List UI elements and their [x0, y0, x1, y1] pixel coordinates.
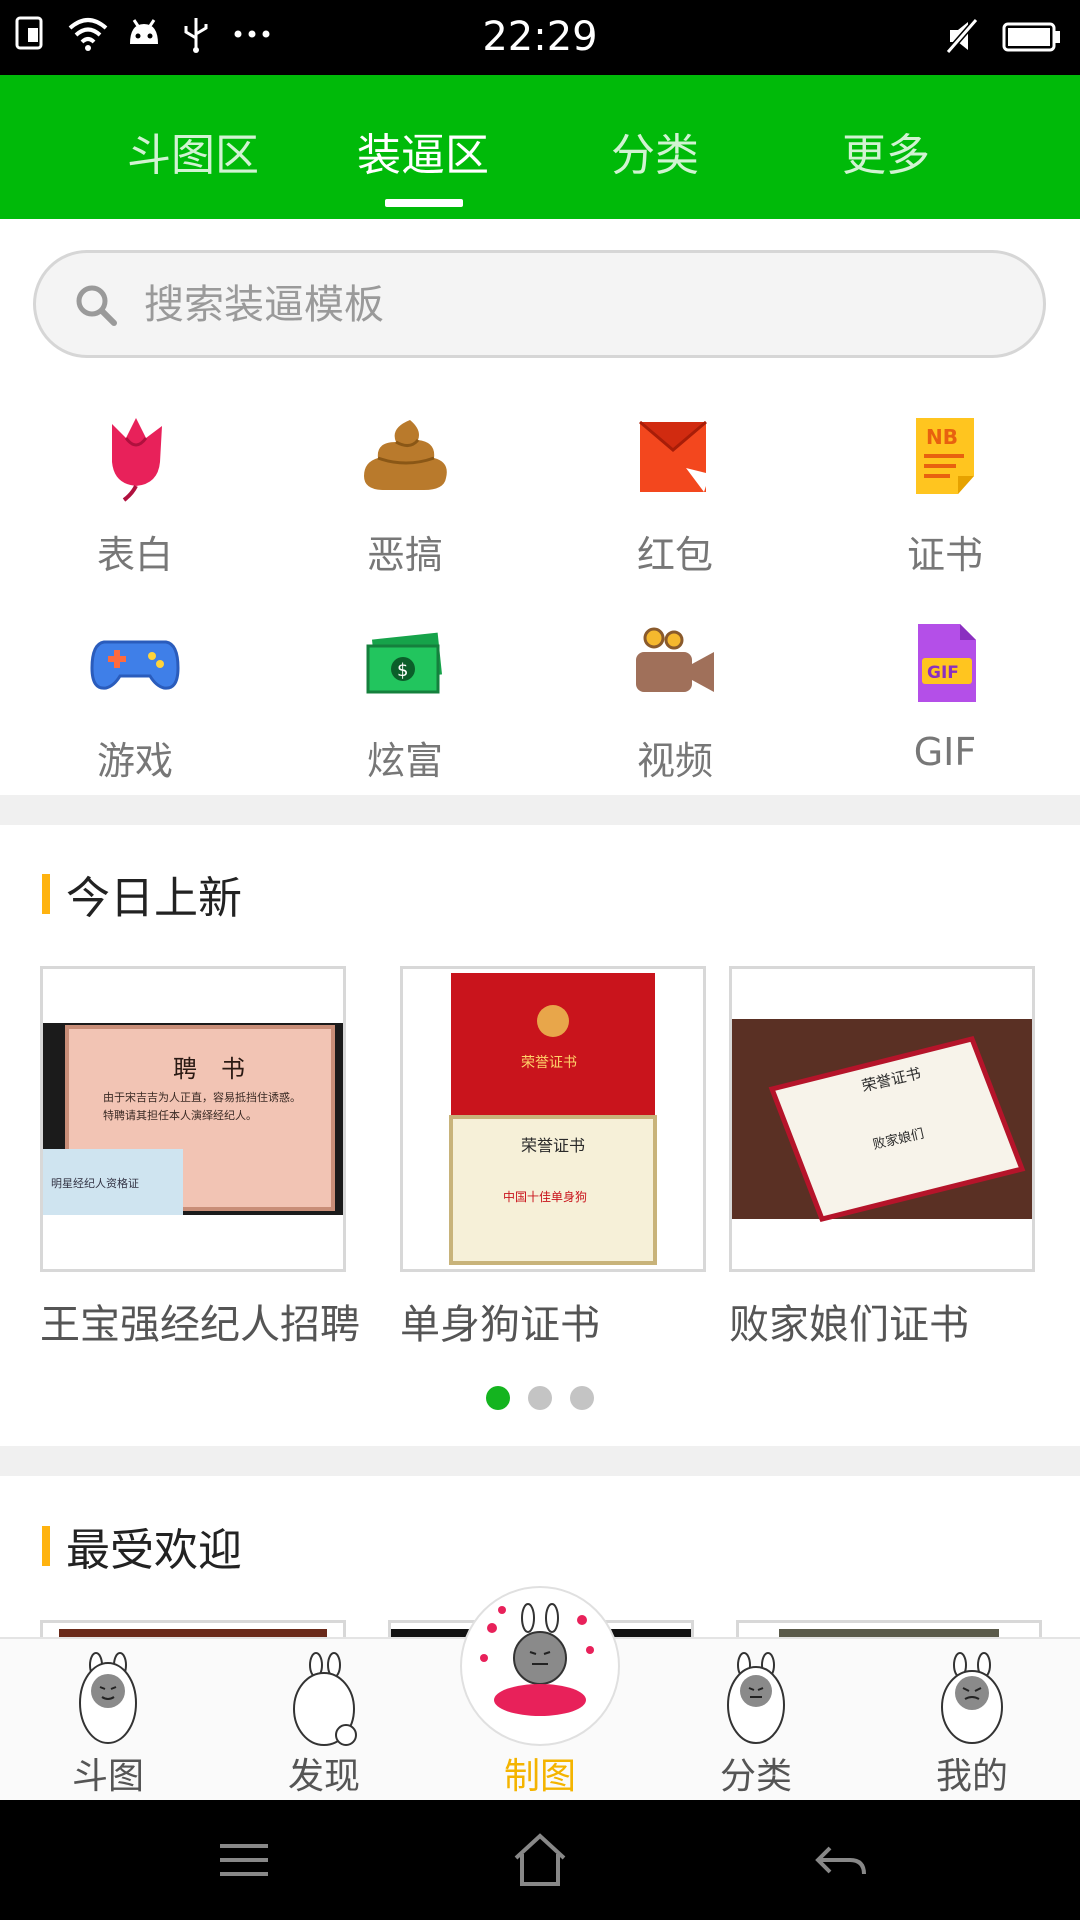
svg-text:NB: NB: [926, 425, 958, 449]
certificate-line: 由于宋吉吉为人正直，容易抵挡住诱惑。: [103, 1090, 301, 1104]
template-card-single-dog[interactable]: 荣誉证书 荣誉证书 中国十佳单身狗: [400, 966, 706, 1272]
make-button-bubble[interactable]: [460, 1586, 620, 1746]
back-icon[interactable]: [810, 1830, 870, 1890]
bunny-hearts-icon: [480, 1603, 594, 1716]
nb-certificate-icon: NB: [916, 418, 974, 494]
category-label: 炫富: [366, 739, 443, 783]
category-confess[interactable]: 表白: [0, 412, 270, 612]
tab-zhuangbi[interactable]: 装逼区: [323, 119, 523, 183]
rose-icon: [112, 418, 162, 502]
certificate-line: 中国十佳单身狗: [503, 1189, 587, 1204]
category-game[interactable]: 游戏: [0, 618, 270, 818]
status-time: 22:29: [482, 14, 598, 60]
category-label: 证书: [906, 533, 983, 577]
category-show-off-wealth[interactable]: $ 炫富: [270, 618, 540, 818]
search-bar[interactable]: [33, 250, 1046, 358]
top-tab-bar: 斗图区 装逼区 分类 更多: [0, 75, 1080, 219]
category-label: 视频: [636, 739, 713, 783]
category-prank[interactable]: 恶搞: [270, 412, 540, 612]
category-label: 游戏: [96, 739, 173, 783]
certificate-heading: 荣誉证书: [521, 1136, 585, 1155]
nav-mine[interactable]: 我的: [864, 1639, 1080, 1802]
template-card-recruit[interactable]: 聘 书 由于宋吉吉为人正直，容易抵挡住诱惑。 特聘请其担任本人演绎经纪人。 明星…: [40, 966, 346, 1272]
pager-dot[interactable]: [570, 1386, 594, 1410]
category-label: 表白: [96, 533, 173, 577]
tab-doutu[interactable]: 斗图区: [93, 119, 293, 183]
card-title: 王宝强经纪人招聘: [40, 1302, 360, 1348]
category-gif[interactable]: GIF GIF: [810, 618, 1080, 818]
nav-label: 分类: [719, 1756, 792, 1797]
bunny-meme-icon: [941, 1652, 1003, 1744]
search-icon: [76, 285, 117, 326]
svg-text:$: $: [397, 660, 408, 681]
section-divider: [0, 795, 1080, 825]
svg-text:GIF: GIF: [927, 663, 959, 683]
template-thumbnail: 荣誉证书 败家娘们: [732, 969, 1032, 1269]
bunny-back-icon: [293, 1652, 357, 1746]
certificate-line: 特聘请其担任本人演绎经纪人。: [103, 1108, 257, 1122]
section-title-text: 最受欢迎: [66, 1525, 242, 1576]
certificate-badge: 明星经纪人资格证: [51, 1176, 139, 1190]
tab-category[interactable]: 分类: [555, 119, 755, 183]
nav-label: 制图: [503, 1756, 576, 1797]
nav-label: 斗图: [71, 1756, 144, 1797]
template-thumbnail: 聘 书 由于宋吉吉为人正直，容易抵挡住诱惑。 特聘请其担任本人演绎经纪人。 明星…: [43, 969, 343, 1269]
section-title-text: 今日上新: [66, 873, 242, 924]
red-envelope-icon: [639, 420, 710, 492]
battery-icon: [1002, 22, 1060, 52]
mute-icon: [945, 18, 979, 54]
category-video[interactable]: 视频: [540, 618, 810, 818]
system-nav-bar: [0, 1800, 1080, 1920]
category-certificate[interactable]: NB 证书: [810, 412, 1080, 612]
search-input[interactable]: [144, 273, 1004, 337]
certificate-cover-text: 荣誉证书: [521, 1055, 577, 1071]
template-card-spendthrift[interactable]: 荣誉证书 败家娘们: [729, 966, 1035, 1272]
category-label: 恶搞: [366, 533, 443, 577]
category-label: 红包: [636, 533, 713, 577]
nav-doutu[interactable]: 斗图: [0, 1639, 216, 1802]
section-accent-bar: [42, 874, 50, 914]
bunny-meme-icon: [79, 1652, 137, 1744]
video-camera-icon: [636, 627, 714, 692]
section-divider: [0, 1446, 1080, 1476]
gamepad-icon: [90, 640, 180, 690]
section-accent-bar: [42, 1526, 50, 1566]
nav-label: 发现: [287, 1756, 360, 1797]
menu-icon[interactable]: [214, 1830, 274, 1890]
pager-dot[interactable]: [528, 1386, 552, 1410]
nav-discover[interactable]: 发现: [216, 1639, 432, 1802]
card-title: 单身狗证书: [400, 1302, 600, 1348]
pager-dot-active[interactable]: [486, 1386, 510, 1410]
category-label: GIF: [913, 730, 977, 774]
carousel-pager: [486, 1386, 594, 1410]
template-thumbnail: 荣誉证书 荣誉证书 中国十佳单身狗: [403, 969, 703, 1269]
poop-icon: [364, 420, 447, 490]
section-title-today-new: 今日上新: [42, 870, 242, 924]
home-icon[interactable]: [510, 1830, 570, 1890]
category-red-envelope[interactable]: 红包: [540, 412, 810, 612]
gif-file-icon: GIF: [918, 624, 976, 702]
tab-more[interactable]: 更多: [786, 119, 986, 183]
bunny-meme-icon: [727, 1652, 785, 1744]
status-bar: 22:29: [0, 0, 1080, 75]
section-title-most-popular: 最受欢迎: [42, 1522, 242, 1576]
money-icon: $: [366, 632, 443, 694]
certificate-heading: 聘 书: [173, 1055, 245, 1083]
status-right-icons: [944, 16, 1062, 56]
nav-label: 我的: [935, 1756, 1008, 1797]
active-tab-indicator: [385, 199, 463, 207]
card-title: 败家娘们证书: [729, 1302, 969, 1348]
nav-category[interactable]: 分类: [648, 1639, 864, 1802]
